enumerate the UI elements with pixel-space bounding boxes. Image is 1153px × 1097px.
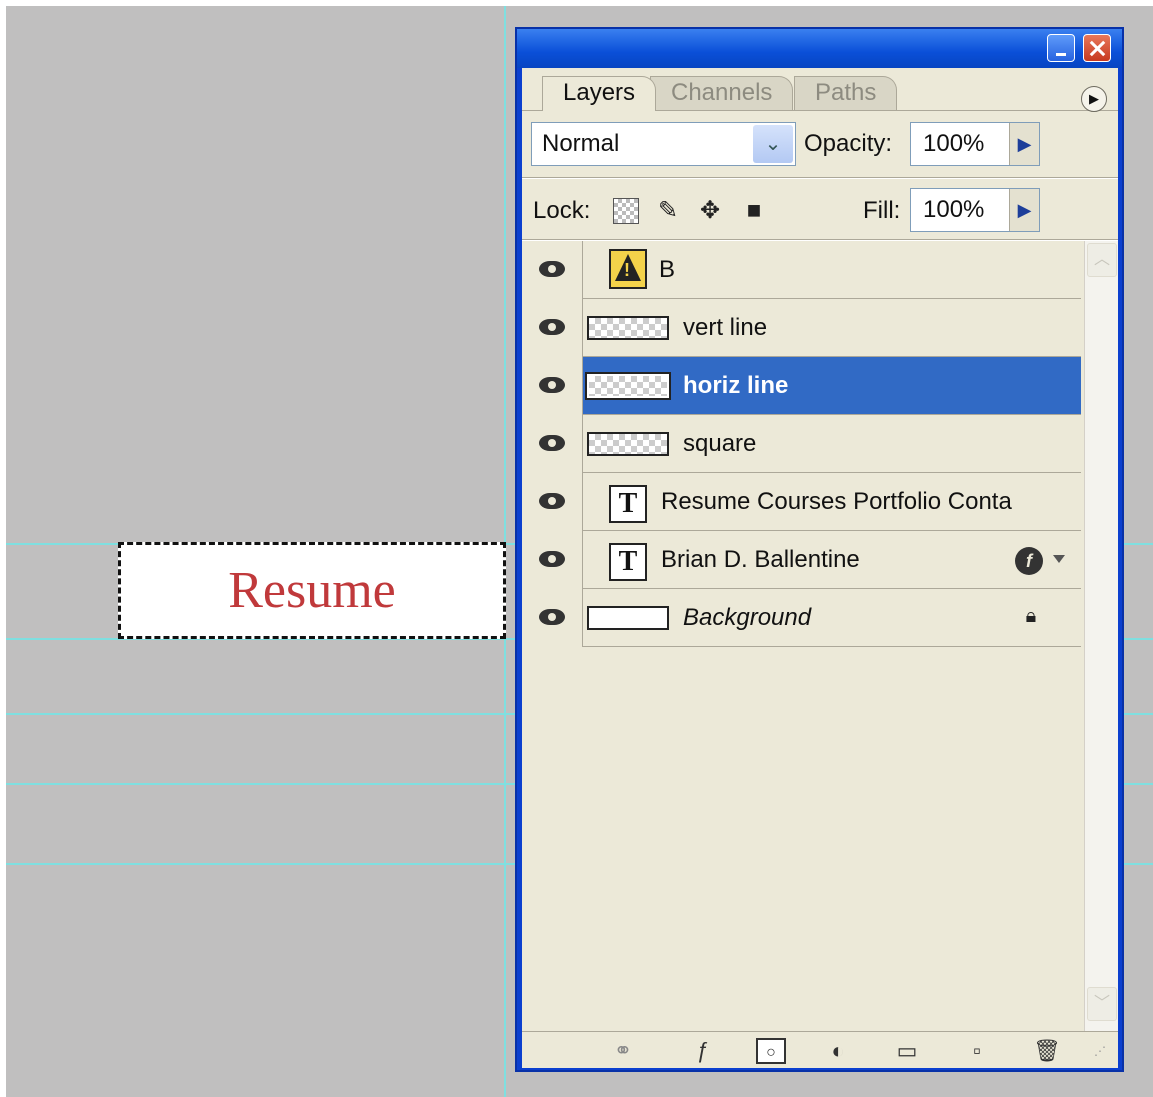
tab-channels[interactable]: Channels: [650, 76, 794, 111]
scroll-down-icon[interactable]: ﹀: [1087, 987, 1117, 1021]
layer-row-background[interactable]: Background 🔒︎: [525, 589, 1081, 647]
resize-grip-icon[interactable]: ⋰: [1090, 1038, 1110, 1064]
expand-effects-icon[interactable]: [1053, 555, 1065, 563]
layer-name: square: [683, 430, 757, 457]
visibility-toggle[interactable]: [525, 415, 583, 473]
lock-position-move-icon[interactable]: ✥: [697, 198, 723, 224]
lock-pixels-brush-icon[interactable]: ✎: [655, 198, 681, 224]
layer-name: B: [659, 256, 676, 283]
palette-footer: ⚭ ƒ ○ ◐ ▭ ▫ 🗑︎ ⋰: [522, 1031, 1118, 1068]
layer-row-vert-line[interactable]: vert line: [525, 299, 1081, 357]
layer-thumbnail: [587, 606, 669, 630]
link-icon[interactable]: ⚭: [604, 1038, 642, 1064]
layer-row-name-text[interactable]: T Brian D. Ballentine f: [525, 531, 1081, 589]
layer-thumbnail: [585, 372, 671, 400]
layer-row-nav-text[interactable]: T Resume Courses Portfolio Conta: [525, 473, 1081, 531]
minimize-button[interactable]: [1047, 34, 1075, 62]
resume-button-selection[interactable]: Resume: [118, 542, 506, 639]
visibility-toggle[interactable]: [525, 357, 583, 415]
resume-text: Resume: [228, 562, 396, 619]
eye-icon: [539, 377, 565, 393]
eye-icon: [539, 435, 565, 451]
eye-icon: [539, 493, 565, 509]
layer-name: vert line: [683, 314, 768, 341]
text-layer-icon: T: [609, 485, 647, 523]
text-layer-icon: T: [609, 543, 647, 581]
layer-style-icon[interactable]: ƒ: [684, 1038, 722, 1064]
palette-titlebar[interactable]: [517, 29, 1122, 68]
palette-tabs: Paths Channels Layers ▶: [522, 68, 1118, 112]
eye-icon: [539, 319, 565, 335]
close-button[interactable]: [1083, 34, 1111, 62]
eye-icon: [539, 609, 565, 625]
eye-icon: [539, 551, 565, 567]
eye-icon: [539, 261, 565, 277]
layer-name: horiz line: [683, 372, 789, 399]
lock-row: Lock: ✎ ✥ ■ Fill: 100% ▶: [522, 184, 1118, 244]
layer-row-horiz-line[interactable]: horiz line: [525, 357, 1081, 415]
opacity-label: Opacity:: [804, 130, 893, 157]
layer-name: Background: [683, 604, 812, 631]
layer-thumbnail: [587, 316, 669, 340]
blend-row: Normal ⌄ Opacity: 100% ▶: [522, 118, 1118, 174]
scroll-up-icon[interactable]: ︿: [1087, 243, 1117, 277]
visibility-toggle[interactable]: [525, 531, 583, 589]
layer-mask-icon[interactable]: ○: [756, 1038, 786, 1064]
divider: [522, 177, 1118, 179]
tab-layers[interactable]: Layers: [542, 76, 657, 111]
lock-icon: 🔒︎: [1025, 605, 1037, 627]
fill-label: Fill:: [863, 197, 901, 224]
visibility-toggle[interactable]: [525, 299, 583, 357]
fill-value: 100%: [923, 196, 985, 223]
layer-thumbnail: [587, 432, 669, 456]
layer-effects-icon[interactable]: f: [1015, 547, 1043, 575]
palette-body: Paths Channels Layers ▶ Normal ⌄ Opacity…: [522, 68, 1118, 1068]
fill-slider-arrow-icon[interactable]: ▶: [1009, 189, 1039, 231]
warning-icon: [609, 249, 647, 289]
new-group-folder-icon[interactable]: ▭: [892, 1038, 922, 1064]
visibility-toggle[interactable]: [525, 241, 583, 299]
lock-all-icon[interactable]: ■: [741, 198, 767, 224]
adjustment-layer-icon[interactable]: ◐: [820, 1038, 856, 1064]
layer-name: Brian D. Ballentine: [661, 546, 860, 573]
opacity-value: 100%: [923, 130, 985, 157]
palette-menu-icon[interactable]: ▶: [1081, 86, 1107, 112]
visibility-toggle[interactable]: [525, 473, 583, 531]
layer-row-square[interactable]: square: [525, 415, 1081, 473]
lock-transparency-icon[interactable]: [613, 198, 639, 224]
layer-name: Resume Courses Portfolio Conta: [661, 488, 1012, 515]
layers-scrollbar[interactable]: ︿ ﹀: [1084, 241, 1118, 1031]
chevron-down-icon[interactable]: ⌄: [753, 125, 793, 163]
lock-label: Lock:: [533, 197, 591, 224]
layers-palette: Paths Channels Layers ▶ Normal ⌄ Opacity…: [515, 27, 1124, 1072]
visibility-toggle[interactable]: [525, 589, 583, 647]
fill-field[interactable]: 100% ▶: [910, 188, 1040, 232]
layers-list: B vert line horiz line square T Resume C…: [525, 241, 1081, 1031]
blend-mode-select[interactable]: Normal ⌄: [531, 122, 796, 166]
blend-mode-value: Normal: [542, 130, 620, 157]
trash-icon[interactable]: 🗑︎: [1032, 1038, 1062, 1064]
new-layer-icon[interactable]: ▫: [962, 1038, 992, 1064]
opacity-field[interactable]: 100% ▶: [910, 122, 1040, 166]
opacity-slider-arrow-icon[interactable]: ▶: [1009, 123, 1039, 165]
layer-row-b[interactable]: B: [525, 241, 1081, 299]
tab-paths[interactable]: Paths: [794, 76, 898, 111]
